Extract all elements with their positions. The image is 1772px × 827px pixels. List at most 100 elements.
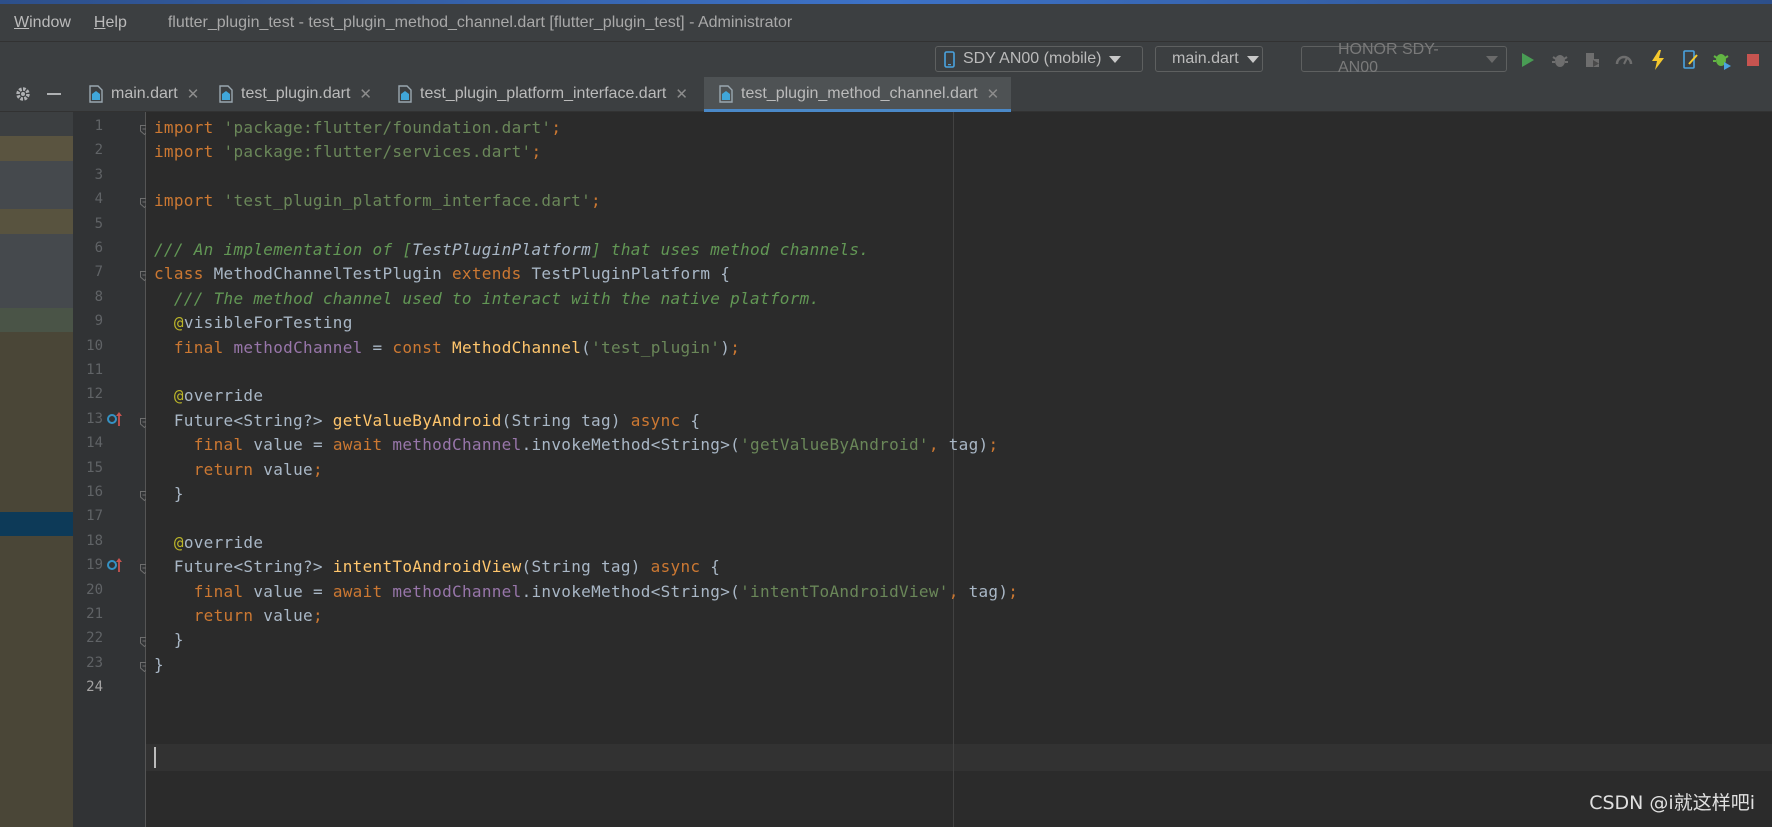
code-token: extends: [452, 264, 532, 284]
close-icon[interactable]: ✕: [359, 85, 372, 103]
line-number: 6: [94, 240, 103, 256]
code-token: value =: [253, 435, 333, 455]
line-number: 9: [94, 313, 103, 330]
code-token: }: [154, 654, 164, 674]
line-number: 2: [94, 142, 103, 159]
code-token: TestPluginPlatform {: [531, 264, 731, 284]
code-line: final value = await methodChannel.invoke…: [154, 431, 998, 458]
line-number: 3: [94, 166, 103, 183]
code-token: .invokeMethod<String>(: [521, 435, 741, 455]
hot-reload-icon[interactable]: [1648, 50, 1668, 70]
implements-method-icon[interactable]: [107, 557, 125, 576]
code-token: ;: [1008, 581, 1019, 601]
implements-method-icon[interactable]: [107, 411, 125, 430]
line-number: 24: [86, 679, 103, 696]
code-token: /// The method channel used to interact …: [173, 288, 820, 308]
minimize-icon[interactable]: [47, 93, 61, 95]
code-token: import: [154, 142, 224, 162]
strip-row: [0, 234, 73, 308]
strip-row: [0, 161, 73, 209]
code-token: class: [154, 264, 214, 284]
code-token: override: [183, 386, 264, 406]
tab-main-dart[interactable]: main.dart ✕: [86, 77, 205, 111]
code-token: await: [332, 581, 393, 601]
code-token: visibleForTesting: [183, 313, 353, 333]
code-token: import: [154, 118, 224, 137]
code-token: return: [193, 459, 264, 479]
attach-debugger-icon[interactable]: [1712, 50, 1732, 70]
dart-file-icon: [398, 85, 412, 103]
code-token: ;: [312, 606, 323, 625]
strip-row: [0, 112, 73, 136]
run-config-label: main.dart: [1172, 50, 1239, 67]
tab-label: test_plugin_method_channel.dart: [741, 85, 978, 102]
code-token: TestPluginPlatform: [412, 240, 592, 259]
code-token: await: [332, 435, 393, 455]
debug-icon[interactable]: [1550, 50, 1570, 70]
profile-icon[interactable]: [1614, 50, 1634, 70]
code-line: }: [154, 651, 164, 678]
line-number: 18: [86, 532, 103, 549]
code-token: Future<String?>: [154, 410, 333, 430]
close-icon[interactable]: ✕: [187, 85, 200, 103]
code-line: @override: [154, 529, 263, 556]
code-token: ] that uses method channels.: [591, 240, 870, 259]
line-number: 23: [86, 654, 103, 671]
project-panel-strip: [0, 112, 73, 827]
code-token: value =: [253, 581, 333, 601]
menu-help[interactable]: Help: [93, 14, 128, 32]
line-number: 12: [86, 386, 103, 403]
code-token: ;: [591, 191, 601, 211]
run-config-selector[interactable]: main.dart: [1155, 46, 1263, 72]
device-selector[interactable]: SDY AN00 (mobile): [935, 46, 1143, 72]
strip-row: [0, 209, 73, 234]
tab-test-plugin-method-channel[interactable]: test_plugin_method_channel.dart ✕: [704, 77, 1011, 112]
close-icon[interactable]: ✕: [675, 85, 688, 103]
code-line: final methodChannel = const MethodChanne…: [154, 334, 740, 361]
window-title: flutter_plugin_test - test_plugin_method…: [167, 13, 793, 31]
code-token: (String tag): [521, 557, 651, 577]
watermark: CSDN @i就这样吧i: [1589, 792, 1755, 814]
code-token: 'intentToAndroidView': [740, 581, 949, 601]
menu-window[interactable]: Window: [13, 14, 72, 32]
code-line: import 'package:flutter/services.dart';: [154, 138, 541, 165]
run-icon[interactable]: [1518, 50, 1538, 70]
tab-test-plugin-dart[interactable]: test_plugin.dart ✕: [218, 77, 382, 111]
tab-test-plugin-platform-interface[interactable]: test_plugin_platform_interface.dart ✕: [397, 77, 697, 111]
device-selector-label: SDY AN00 (mobile): [963, 50, 1102, 67]
coverage-icon[interactable]: [1582, 50, 1602, 70]
code-token: MethodChannelTestPlugin: [213, 264, 452, 284]
tab-tools: [0, 77, 73, 111]
device-manager-icon[interactable]: [1680, 50, 1700, 70]
code-editor[interactable]: import 'package:flutter/foundation.dart'…: [146, 112, 1772, 827]
code-token: async: [650, 557, 711, 577]
code-token: }: [154, 484, 184, 503]
code-token: ;: [988, 435, 999, 455]
code-token: @: [173, 313, 184, 333]
line-number-gutter: 1 2 3 4 5 6 7 8 9 10 11 12 13 14 15 16 17 18 19 20 21 22 23 24: [73, 112, 149, 827]
tab-label: main.dart: [111, 85, 178, 102]
code-line: return value;: [154, 456, 323, 483]
code-line: /// An implementation of [TestPluginPlat…: [154, 236, 869, 263]
gear-icon[interactable]: [14, 85, 32, 108]
device-list-label: HONOR SDY-AN00: [1338, 41, 1439, 76]
tab-label: test_plugin_platform_interface.dart: [420, 85, 667, 102]
device-list-selector[interactable]: HONOR SDY-AN00: [1301, 41, 1507, 76]
dart-file-icon: [219, 85, 233, 103]
code-line: @override: [154, 382, 263, 409]
code-token: 'package:flutter/services.dart': [223, 142, 532, 162]
code-token: return: [193, 606, 264, 625]
stop-icon[interactable]: [1743, 50, 1763, 70]
close-icon[interactable]: ✕: [987, 85, 1000, 103]
code-token: 'test_plugin_platform_interface.dart': [223, 191, 592, 211]
line-number: 14: [86, 435, 103, 452]
strip-row: [0, 136, 73, 161]
code-token: @: [173, 386, 184, 406]
toolbar: SDY AN00 (mobile) main.dart HONOR SDY-AN…: [0, 41, 1772, 78]
code-token: value: [263, 606, 313, 625]
code-token: ,: [948, 581, 969, 601]
